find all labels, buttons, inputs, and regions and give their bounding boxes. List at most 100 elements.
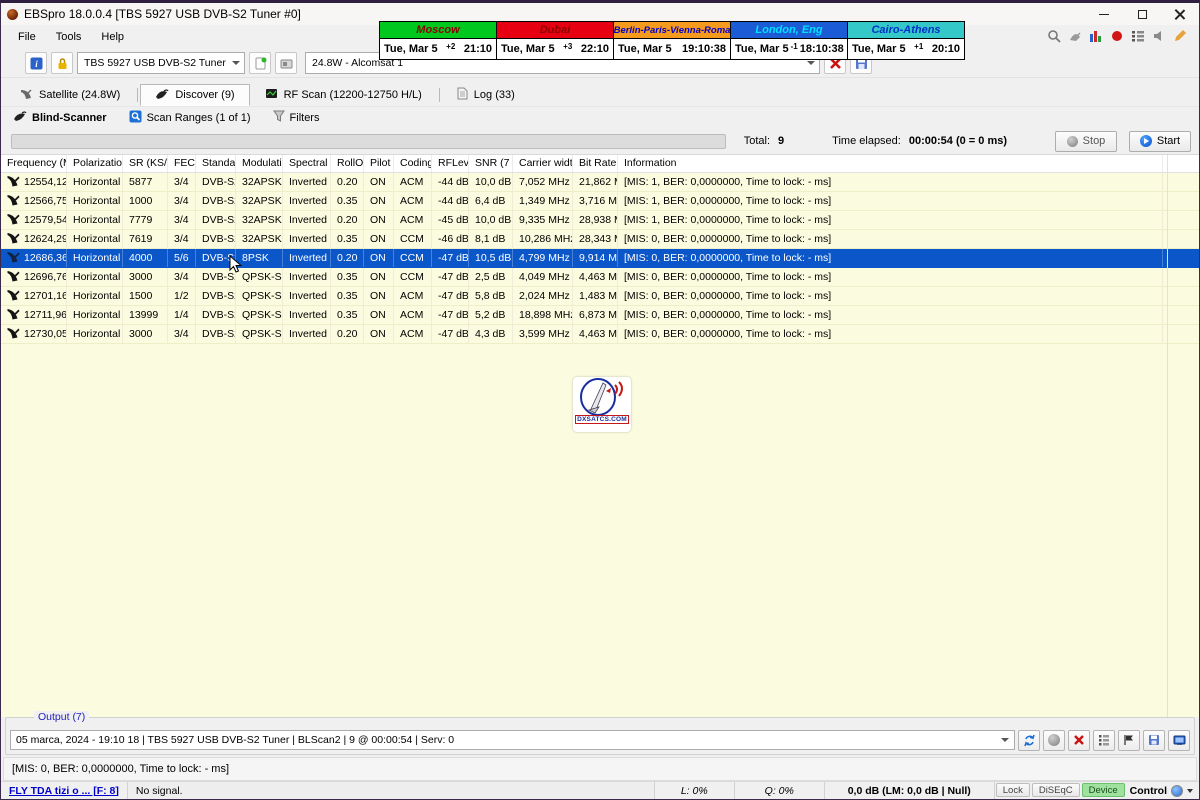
tab-log[interactable]: Log (33) [442, 84, 530, 106]
tab-zone: Satellite (24.8W) Discover (9) RF Scan (… [1, 78, 1199, 128]
satellite-dish-icon [7, 175, 20, 190]
subtab-filters[interactable]: Filters [269, 108, 324, 127]
table-cell: 1500 [123, 287, 168, 305]
lock-status-button[interactable]: Lock [996, 783, 1030, 797]
column-header[interactable]: Spectral in... [283, 155, 331, 172]
table-row[interactable]: 12624,295Horizontal76193/4DVB-S232APSKIn… [1, 230, 1199, 249]
minimize-button[interactable] [1085, 3, 1123, 25]
subtab-scan-ranges[interactable]: Scan Ranges (1 of 1) [125, 108, 255, 128]
table-row[interactable]: 12566,756Horizontal10003/4DVB-S232APSKIn… [1, 192, 1199, 211]
table-cell: [MIS: 1, BER: 0,0000000, Time to lock: -… [618, 192, 1163, 210]
gray-ball-icon [1048, 734, 1060, 746]
table-row[interactable]: 12686,361Horizontal40005/6DVB-S28PSKInve… [1, 249, 1199, 268]
table-cell: 9,914 Mbit/s [573, 249, 618, 267]
clear-output-button[interactable] [1068, 730, 1090, 751]
table-body: 12554,125Horizontal58773/4DVB-S232APSKIn… [1, 173, 1199, 717]
table-row[interactable]: 12730,055Horizontal30003/4DVB-S2QPSK-S2I… [1, 325, 1199, 344]
table-cell: -47 dBm [432, 249, 469, 267]
menu-tools[interactable]: Tools [47, 28, 91, 46]
column-header[interactable]: Standard [196, 155, 236, 172]
column-header[interactable]: Information [618, 155, 1163, 172]
column-header[interactable]: RollOff [331, 155, 364, 172]
chart-icon[interactable] [1089, 29, 1103, 43]
tuner-select[interactable]: TBS 5927 USB DVB-S2 Tuner [77, 52, 245, 74]
lock-button[interactable] [51, 52, 73, 74]
row-filler [1163, 173, 1199, 191]
column-header[interactable]: Pilot [364, 155, 394, 172]
antenna-icon[interactable] [1068, 29, 1082, 43]
flag-button[interactable] [1118, 730, 1140, 751]
subtab-blind-scanner[interactable]: Blind-Scanner [9, 109, 111, 127]
app-icon [7, 9, 18, 20]
column-header[interactable]: Frequency (MHz) [1, 155, 67, 172]
tab-satellite[interactable]: Satellite (24.8W) [5, 84, 135, 106]
column-header[interactable]: RFLevel [432, 155, 469, 172]
column-header[interactable]: SR (KS/s) [123, 155, 168, 172]
table-cell: ON [364, 268, 394, 286]
clock-moscow: Moscow Tue, Mar 5+221:10 [380, 22, 497, 59]
table-cell: [MIS: 1, BER: 0,0000000, Time to lock: -… [618, 211, 1163, 229]
tv-button[interactable] [1168, 730, 1190, 751]
close-icon [1175, 9, 1185, 19]
column-header[interactable]: Modulation [236, 155, 283, 172]
column-header[interactable]: FEC [168, 155, 196, 172]
table-cell: Inverted [283, 173, 331, 191]
column-header[interactable]: SNR (7 dB) [469, 155, 513, 172]
menu-help[interactable]: Help [92, 28, 133, 46]
table-cell: ON [364, 211, 394, 229]
stop-button[interactable]: Stop [1055, 131, 1117, 152]
table-cell: 3/4 [168, 230, 196, 248]
column-header[interactable]: Carrier width [513, 155, 573, 172]
table-cell: 3000 [123, 325, 168, 343]
menu-file[interactable]: File [9, 28, 45, 46]
tab-rf-scan[interactable]: RF Scan (12200-12750 H/L) [250, 84, 437, 106]
edit-pencil-icon[interactable] [1173, 29, 1187, 43]
tab-separator [137, 88, 138, 102]
table-cell: [MIS: 0, BER: 0,0000000, Time to lock: -… [618, 287, 1163, 305]
upload-settings-button[interactable] [275, 52, 297, 74]
save-log-button[interactable] [1143, 730, 1165, 751]
column-header[interactable]: Bit Rate [573, 155, 618, 172]
table-cell: -47 dBm [432, 287, 469, 305]
refresh-button[interactable] [1018, 730, 1040, 751]
transponder-list-button[interactable] [249, 52, 271, 74]
table-cell: 3,716 Mbit/s [573, 192, 618, 210]
device-button[interactable]: Device [1082, 783, 1125, 797]
row-filler [1163, 249, 1199, 267]
table-row[interactable]: 12711,962Horizontal139991/4DVB-S2QPSK-S2… [1, 306, 1199, 325]
table-row[interactable]: 12554,125Horizontal58773/4DVB-S232APSKIn… [1, 173, 1199, 192]
table-cell: 4,463 Mbit/s [573, 268, 618, 286]
close-button[interactable] [1161, 3, 1199, 25]
output-log-select[interactable]: 05 marca, 2024 - 19:10 18 | TBS 5927 USB… [10, 730, 1015, 750]
pause-ball-button[interactable] [1043, 730, 1065, 751]
column-header[interactable]: Polarization [67, 155, 123, 172]
table-row[interactable]: 12701,161Horizontal15001/2DVB-S2QPSK-S2I… [1, 287, 1199, 306]
column-header[interactable]: Coding ... [394, 155, 432, 172]
details-list-icon[interactable] [1131, 29, 1145, 43]
speaker-icon[interactable] [1152, 29, 1166, 43]
table-row[interactable]: 12579,541Horizontal77793/4DVB-S232APSKIn… [1, 211, 1199, 230]
tab-discover[interactable]: Discover (9) [140, 84, 249, 106]
record-icon[interactable] [1110, 29, 1124, 43]
info-button[interactable]: i [25, 52, 47, 74]
table-row[interactable]: 12696,761Horizontal30003/4DVB-S2QPSK-S2I… [1, 268, 1199, 287]
control-menu[interactable]: Control [1126, 782, 1199, 799]
table-cell: Inverted [283, 306, 331, 324]
search-icon[interactable] [1047, 29, 1061, 43]
table-cell: ON [364, 249, 394, 267]
chevron-down-icon [1187, 789, 1193, 793]
satellite-dish-icon [7, 213, 20, 228]
diseqc-button[interactable]: DiSEqC [1032, 783, 1080, 797]
row-filler [1163, 268, 1199, 286]
bottom-status-bar: FLY TDA tizi o ... [F: 8] No signal. L: … [1, 781, 1199, 799]
start-button[interactable]: Start [1129, 131, 1191, 152]
maximize-button[interactable] [1123, 3, 1161, 25]
log-options-button[interactable] [1093, 730, 1115, 751]
clock-time: 20:10 [932, 43, 960, 55]
service-link[interactable]: FLY TDA tizi o ... [F: 8] [1, 782, 128, 799]
table-cell: 5,8 dB [469, 287, 513, 305]
table-cell: 3/4 [168, 173, 196, 191]
table-cell: 3/4 [168, 268, 196, 286]
total-label: Total: [744, 135, 770, 147]
table-cell: 12711,962 [1, 306, 67, 324]
